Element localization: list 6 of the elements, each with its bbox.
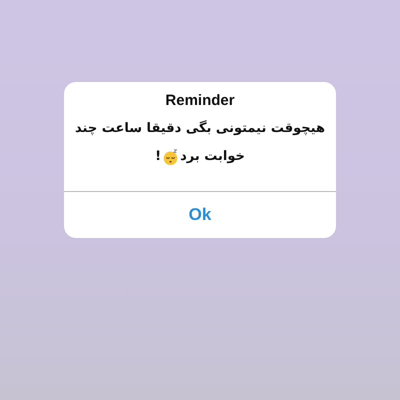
alert-title: Reminder — [165, 92, 235, 109]
alert-message: خوابت برد — [180, 148, 245, 166]
alert-message: هیچوقت نیمتونی بگی دقیقا ساعت چند — [75, 119, 325, 138]
exclamation-mark: ! — [155, 148, 162, 166]
ok-button[interactable]: Ok — [64, 192, 336, 238]
sleeping-face-icon — [162, 148, 180, 166]
